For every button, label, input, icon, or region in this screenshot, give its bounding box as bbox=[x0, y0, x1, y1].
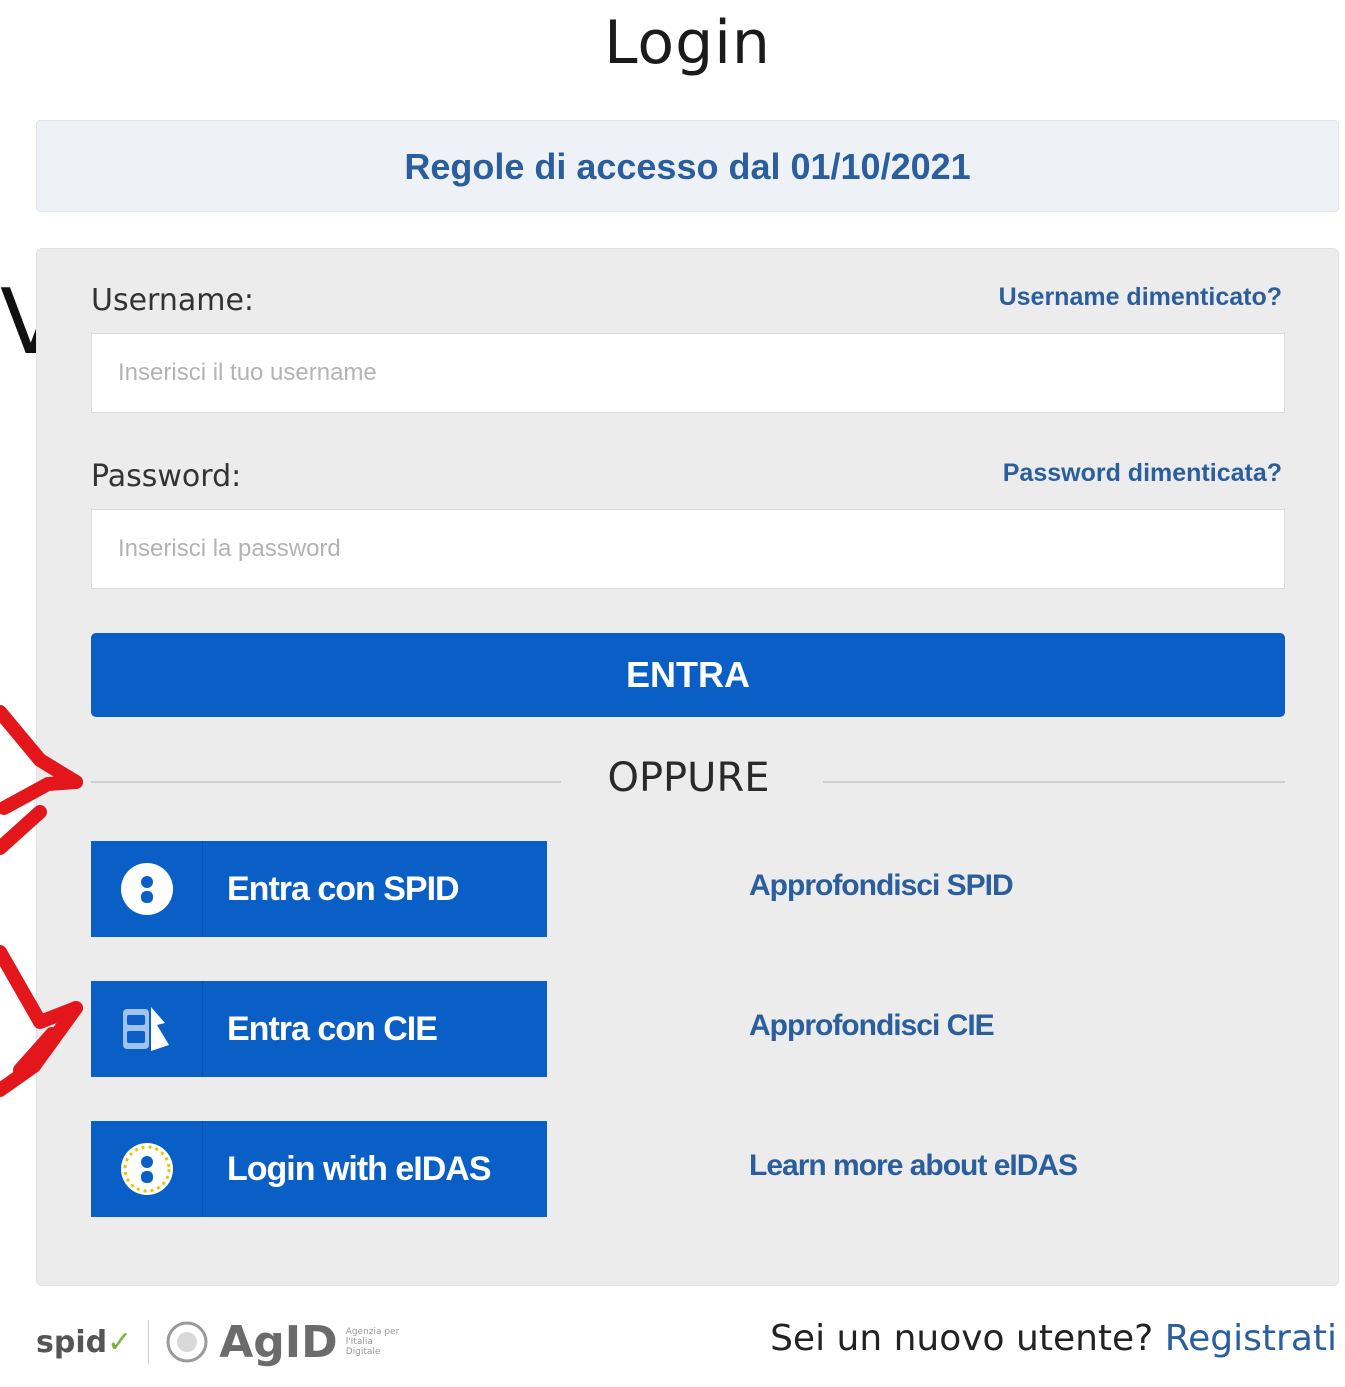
eidas-user-icon bbox=[91, 1121, 203, 1217]
entra-submit-button[interactable]: ENTRA bbox=[91, 633, 1285, 717]
password-input[interactable] bbox=[91, 509, 1285, 589]
learn-more-spid-link[interactable]: Approfondisci SPID bbox=[749, 869, 1014, 903]
register-link[interactable]: Registrati bbox=[1165, 1318, 1337, 1359]
oppure-separator: OPPURE bbox=[607, 755, 770, 801]
cie-card-icon bbox=[91, 981, 203, 1077]
password-label: Password: bbox=[91, 459, 242, 494]
agid-logo: AgID Agenzia per l'Italia Digitale bbox=[165, 1317, 403, 1368]
forgot-username-link[interactable]: Username dimenticato? bbox=[999, 283, 1282, 312]
red-arrow-upper bbox=[0, 705, 83, 855]
cie-login-button[interactable]: Entra con CIE bbox=[91, 981, 547, 1077]
page-title: Login bbox=[604, 8, 771, 78]
eidas-login-button[interactable]: Login with eIDAS bbox=[91, 1121, 547, 1217]
red-annotation-arrows bbox=[0, 705, 83, 1097]
logo-separator bbox=[148, 1320, 150, 1364]
agid-emblem-icon bbox=[166, 1321, 208, 1363]
cie-login-label: Entra con CIE bbox=[227, 1010, 438, 1048]
access-rules-link[interactable]: Regole di accesso dal 01/10/2021 bbox=[404, 146, 970, 187]
login-page: VI Login Regole di accesso dal 01/10/202… bbox=[0, 0, 1345, 1387]
check-icon: ✓ bbox=[107, 1324, 133, 1360]
learn-more-eidas-link[interactable]: Learn more about eIDAS bbox=[749, 1149, 1078, 1183]
eidas-login-label: Login with eIDAS bbox=[227, 1150, 492, 1188]
username-input[interactable] bbox=[91, 333, 1285, 413]
footer-logos: spid✓ AgID Agenzia per l'Italia Digitale bbox=[36, 1312, 404, 1372]
new-user-text: Sei un nuovo utente? bbox=[770, 1318, 1154, 1359]
divider-line-right bbox=[823, 781, 1285, 783]
access-rules-banner: Regole di accesso dal 01/10/2021 bbox=[36, 120, 1339, 212]
spid-login-label: Entra con SPID bbox=[227, 870, 460, 908]
spid-user-icon bbox=[91, 841, 203, 937]
login-panel: Username: Username dimenticato? Password… bbox=[36, 248, 1339, 1286]
red-arrow-lower bbox=[0, 945, 83, 1097]
forgot-password-link[interactable]: Password dimenticata? bbox=[1003, 459, 1282, 488]
spid-logo: spid✓ bbox=[36, 1324, 133, 1360]
spid-login-button[interactable]: Entra con SPID bbox=[91, 841, 547, 937]
username-label: Username: bbox=[91, 283, 255, 318]
new-user-register: Sei un nuovo utente? Registrati bbox=[770, 1318, 1337, 1359]
learn-more-cie-link[interactable]: Approfondisci CIE bbox=[749, 1009, 995, 1043]
